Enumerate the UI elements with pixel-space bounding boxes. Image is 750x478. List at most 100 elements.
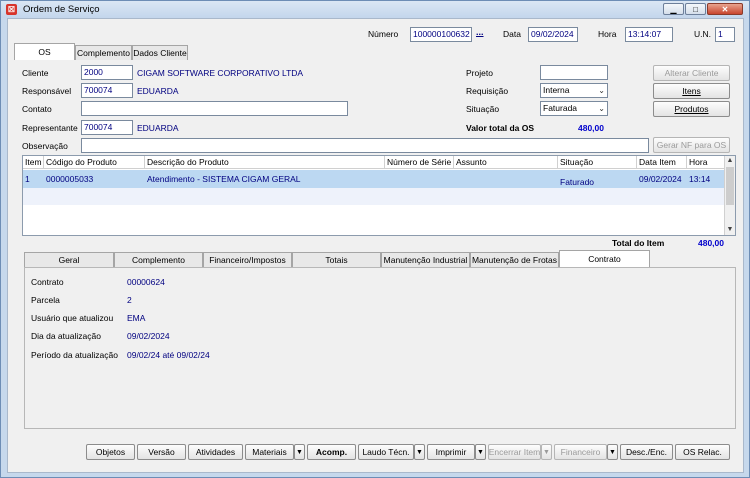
projeto-field[interactable] bbox=[540, 65, 608, 80]
materiais-button[interactable]: Materiais bbox=[245, 444, 294, 460]
responsavel-name: EDUARDA bbox=[137, 86, 179, 96]
gerar-nf-button[interactable]: Gerar NF para OS bbox=[653, 137, 730, 153]
items-grid[interactable]: Item Código do Produto Descrição do Prod… bbox=[22, 155, 736, 236]
chevron-down-icon: ⌄ bbox=[598, 86, 605, 95]
contato-field[interactable] bbox=[81, 101, 348, 116]
tab-dados-cliente[interactable]: Dados Cliente bbox=[132, 45, 188, 60]
col-assunto[interactable]: Assunto bbox=[454, 156, 558, 169]
hora-label: Hora bbox=[598, 29, 617, 39]
objetos-button[interactable]: Objetos bbox=[86, 444, 135, 460]
imprimir-button[interactable]: Imprimir bbox=[427, 444, 475, 460]
cell-serie bbox=[385, 170, 387, 188]
responsavel-code-field[interactable]: 700074 bbox=[81, 83, 133, 98]
scroll-down-icon[interactable]: ▼ bbox=[725, 225, 735, 235]
minimize-button[interactable]: ▁ bbox=[663, 3, 684, 15]
projeto-label: Projeto bbox=[466, 68, 493, 78]
form-client-area: Número 100000100632 ... Data 09/02/2024 … bbox=[7, 18, 744, 473]
col-item[interactable]: Item bbox=[23, 156, 44, 169]
laudo-tecnico-button[interactable]: Laudo Técn. bbox=[358, 444, 414, 460]
parcela-value: 2 bbox=[127, 295, 132, 305]
title-bar[interactable]: ☒ Ordem de Serviço ▁ □ ✕ bbox=[1, 1, 749, 18]
close-button[interactable]: ✕ bbox=[707, 3, 743, 15]
requisicao-label: Requisição bbox=[466, 86, 509, 96]
valor-total-value: 480,00 bbox=[578, 123, 604, 133]
dia-atualizacao-label: Dia da atualização bbox=[31, 331, 101, 341]
dia-atualizacao-value: 09/02/2024 bbox=[127, 331, 170, 341]
data-field[interactable]: 09/02/2024 bbox=[528, 27, 578, 42]
representante-name: EDUARDA bbox=[137, 123, 179, 133]
os-relac-button[interactable]: OS Relac. bbox=[675, 444, 730, 460]
col-hora[interactable]: Hora bbox=[687, 156, 725, 169]
total-item-value: 480,00 bbox=[698, 238, 724, 248]
parcela-label: Parcela bbox=[31, 295, 60, 305]
observacao-field[interactable] bbox=[81, 138, 649, 153]
scroll-thumb[interactable] bbox=[726, 167, 734, 205]
produtos-button[interactable]: Produtos bbox=[653, 101, 730, 117]
situacao-label: Situação bbox=[466, 104, 500, 114]
tab-geral[interactable]: Geral bbox=[24, 252, 114, 267]
total-item-label: Total do Item bbox=[612, 238, 665, 248]
cell-item: 1 bbox=[25, 174, 30, 184]
tab-os[interactable]: OS bbox=[14, 43, 75, 60]
un-label: U.N. bbox=[694, 29, 711, 39]
atividades-button[interactable]: Atividades bbox=[188, 444, 243, 460]
situacao-value: Faturada bbox=[543, 103, 578, 113]
col-situacao[interactable]: Situação bbox=[558, 156, 637, 169]
imprimir-dropdown-icon[interactable]: ▼ bbox=[475, 444, 486, 460]
grid-header: Item Código do Produto Descrição do Prod… bbox=[23, 156, 725, 169]
cell-hora: 13:14 bbox=[689, 174, 711, 184]
contrato-panel: Contrato 00000624 Parcela 2 Usuário que … bbox=[24, 267, 736, 429]
col-codigo[interactable]: Código do Produto bbox=[44, 156, 145, 169]
cell-codigo: 0000005033 bbox=[46, 174, 94, 184]
chevron-down-icon: ⌄ bbox=[598, 104, 605, 113]
window-title: Ordem de Serviço bbox=[23, 4, 100, 15]
hora-field[interactable]: 13:14:07 bbox=[625, 27, 673, 42]
periodo-label: Período da atualização bbox=[31, 350, 118, 360]
itens-button[interactable]: Itens bbox=[653, 83, 730, 99]
tab-financeiro-impostos[interactable]: Financeiro/Impostos bbox=[203, 252, 292, 267]
cliente-code-field[interactable]: 2000 bbox=[81, 65, 133, 80]
encerrar-item-button[interactable]: Encerrar Item bbox=[488, 444, 541, 460]
contato-label: Contato bbox=[22, 104, 52, 114]
numero-lookup-button[interactable]: ... bbox=[476, 27, 484, 37]
requisicao-value: Interna bbox=[543, 85, 570, 95]
observacao-label: Observação bbox=[22, 141, 68, 151]
cliente-name: CIGAM SOFTWARE CORPORATIVO LTDA bbox=[137, 68, 304, 78]
cliente-label: Cliente bbox=[22, 68, 49, 78]
cell-descricao: Atendimento - SISTEMA CIGAM GERAL bbox=[147, 174, 301, 184]
tab-manutencao-industrial[interactable]: Manutenção Industrial bbox=[381, 252, 470, 267]
scroll-up-icon[interactable]: ▲ bbox=[725, 156, 735, 166]
tab-manutencao-frotas[interactable]: Manutenção de Frotas bbox=[470, 252, 559, 267]
acomp-button[interactable]: Acomp. bbox=[307, 444, 356, 460]
tab-totais[interactable]: Totais bbox=[292, 252, 381, 267]
grid-empty-row bbox=[23, 188, 725, 205]
encerrar-dropdown-icon[interactable]: ▼ bbox=[541, 444, 552, 460]
tab-contrato[interactable]: Contrato bbox=[559, 250, 650, 267]
tab-complemento-item[interactable]: Complemento bbox=[114, 252, 203, 267]
versao-button[interactable]: Versão bbox=[137, 444, 186, 460]
valor-total-label: Valor total da OS bbox=[466, 123, 535, 133]
col-descricao[interactable]: Descrição do Produto bbox=[145, 156, 385, 169]
financeiro-button[interactable]: Financeiro bbox=[554, 444, 607, 460]
col-serie[interactable]: Número de Série bbox=[385, 156, 454, 169]
table-row[interactable]: 1 0000005033 Atendimento - SISTEMA CIGAM… bbox=[23, 170, 725, 188]
cell-assunto bbox=[454, 170, 456, 188]
laudo-dropdown-icon[interactable]: ▼ bbox=[414, 444, 425, 460]
tab-complemento[interactable]: Complemento bbox=[75, 45, 132, 60]
desc-enc-button[interactable]: Desc./Enc. bbox=[620, 444, 673, 460]
grid-vertical-scrollbar[interactable]: ▲ ▼ bbox=[724, 156, 735, 235]
numero-field[interactable]: 100000100632 bbox=[410, 27, 472, 42]
app-logo-icon: ☒ bbox=[6, 4, 17, 15]
materiais-dropdown-icon[interactable]: ▼ bbox=[294, 444, 305, 460]
representante-code-field[interactable]: 700074 bbox=[81, 120, 133, 135]
situacao-select[interactable]: Faturada ⌄ bbox=[540, 101, 608, 116]
numero-label: Número bbox=[368, 29, 399, 39]
alterar-cliente-button[interactable]: Alterar Cliente bbox=[653, 65, 730, 81]
financeiro-dropdown-icon[interactable]: ▼ bbox=[607, 444, 618, 460]
periodo-value: 09/02/24 até 09/02/24 bbox=[127, 350, 210, 360]
col-data[interactable]: Data Item bbox=[637, 156, 687, 169]
requisicao-select[interactable]: Interna ⌄ bbox=[540, 83, 608, 98]
maximize-button[interactable]: □ bbox=[685, 3, 706, 15]
contrato-label: Contrato bbox=[31, 277, 64, 287]
un-field[interactable]: 1 bbox=[715, 27, 735, 42]
